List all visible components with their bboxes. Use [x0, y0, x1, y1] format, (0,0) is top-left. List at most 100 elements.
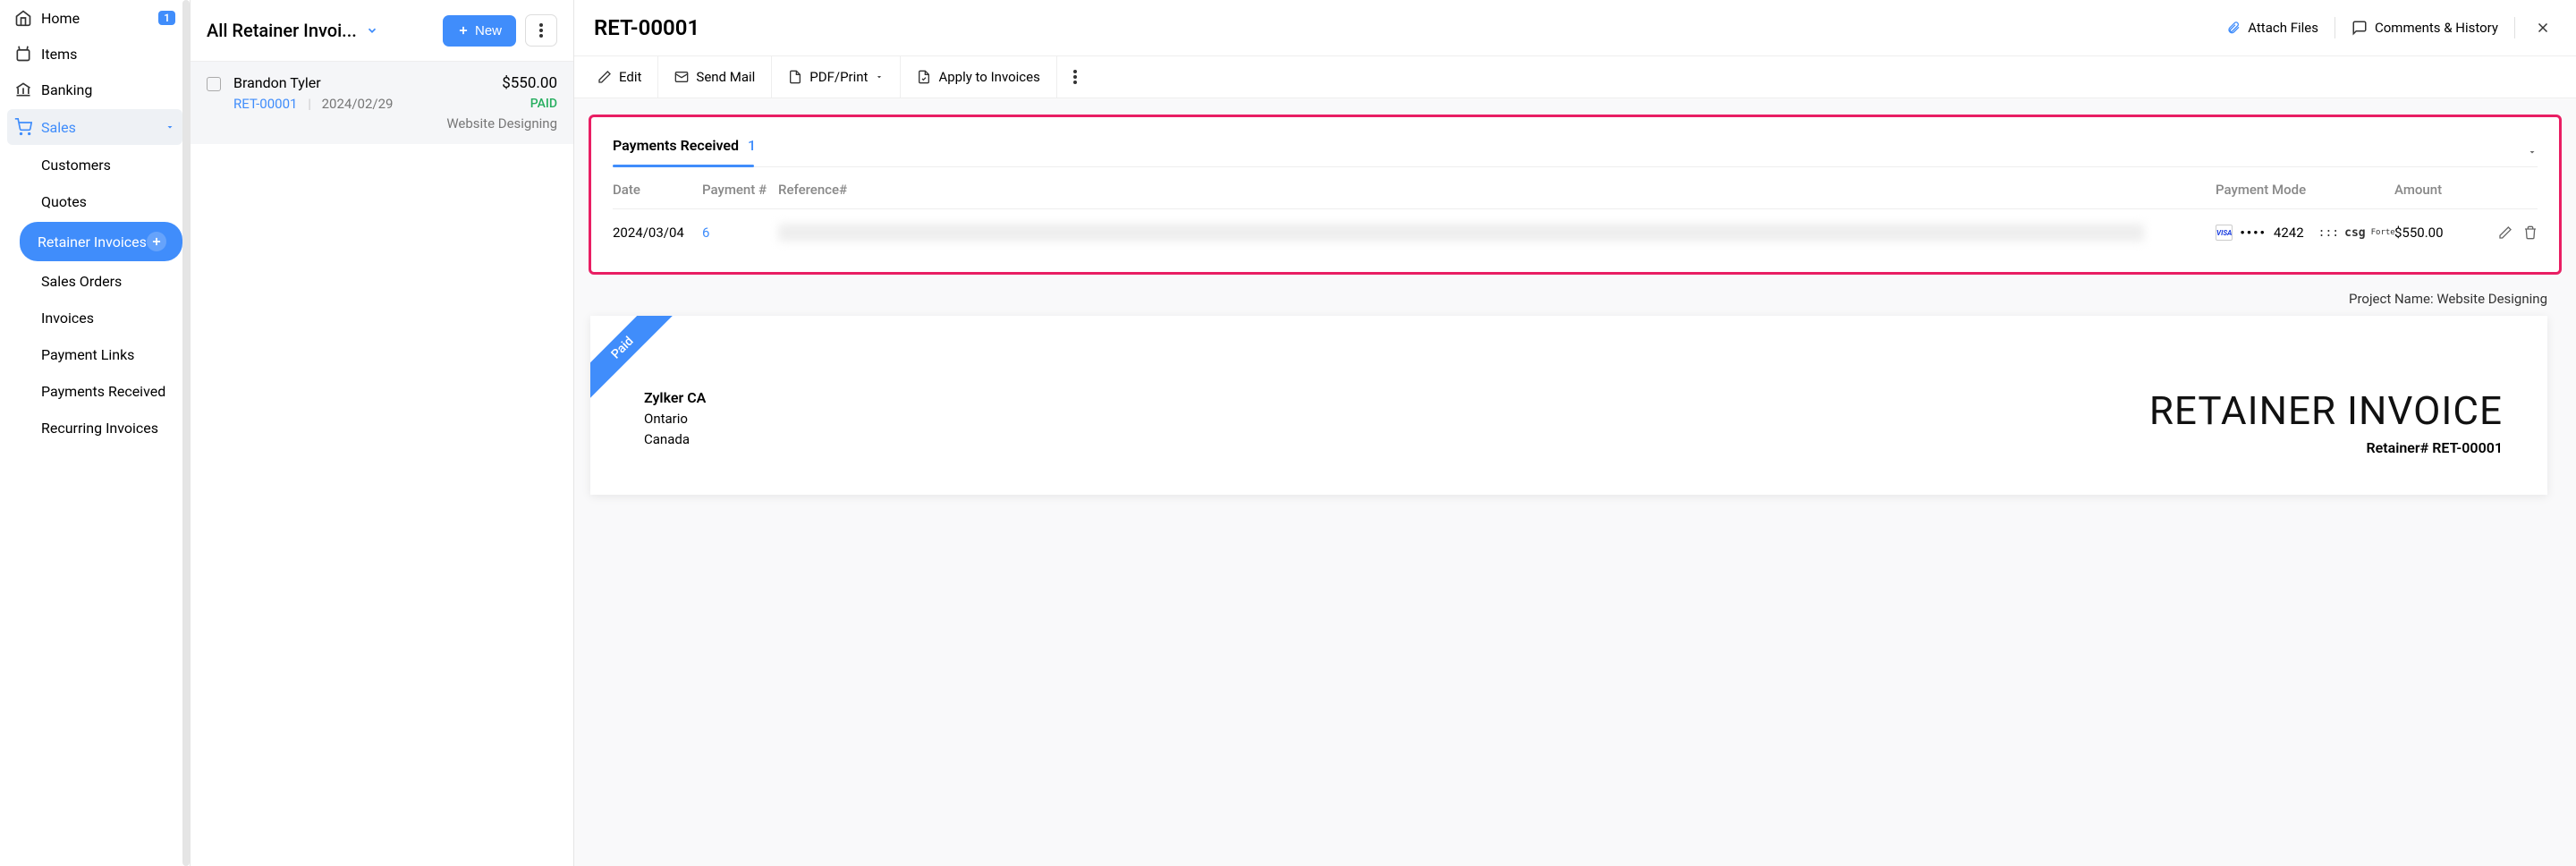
payment-number[interactable]: 6 [702, 225, 778, 241]
sub-sales-orders[interactable]: Sales Orders [13, 263, 190, 300]
paperclip-icon [2226, 21, 2241, 35]
col-amount-header: Amount [2394, 182, 2475, 198]
header-separator [2334, 17, 2335, 38]
payment-mode: VISA •••• 4242 :::csgForte [2216, 225, 2394, 241]
list-row[interactable]: Brandon Tyler $550.00 RET-00001 | 2024/0… [191, 61, 573, 144]
add-retainer-icon[interactable] [147, 232, 166, 251]
sub-recurring-invoices[interactable]: Recurring Invoices [13, 410, 190, 446]
bag-icon [14, 45, 32, 63]
sub-quotes[interactable]: Quotes [13, 183, 190, 220]
caret-down-icon [2527, 147, 2538, 157]
company-line2: Canada [644, 429, 706, 450]
row-customer-name: Brandon Tyler [233, 74, 321, 91]
kebab-icon [539, 23, 543, 38]
project-name-line: Project Name: Website Designing [574, 275, 2576, 316]
nav-banking[interactable]: Banking [0, 72, 190, 107]
col-ref-header: Reference# [778, 182, 2216, 198]
payment-date: 2024/03/04 [613, 225, 702, 241]
nav-sales[interactable]: Sales [7, 109, 182, 145]
col-mode-header: Payment Mode [2216, 182, 2394, 198]
new-button-label: New [475, 23, 502, 38]
comments-label: Comments & History [2375, 20, 2498, 36]
list-more-button[interactable] [525, 14, 557, 47]
card-dots: •••• [2240, 225, 2267, 241]
blurred-reference [778, 224, 2144, 242]
sales-subitems: Customers Quotes Retainer Invoices Sales… [0, 147, 190, 446]
edit-payment-button[interactable] [2498, 225, 2512, 240]
invoice-title-block: RETAINER INVOICE Retainer# RET-00001 [2149, 387, 2503, 456]
invoice-doc-title: RETAINER INVOICE [2149, 387, 2503, 434]
row-body: Brandon Tyler $550.00 RET-00001 | 2024/0… [233, 74, 557, 132]
list-title-dropdown[interactable]: All Retainer Invoi... [207, 20, 443, 41]
close-button[interactable] [2529, 14, 2556, 41]
sendmail-label: Send Mail [696, 69, 755, 85]
collapse-toggle[interactable] [2527, 147, 2538, 157]
tab-count: 1 [748, 137, 756, 154]
home-icon [14, 9, 32, 27]
mail-icon [674, 70, 689, 84]
row-checkbox[interactable] [207, 77, 221, 91]
payments-header-row: Date Payment # Reference# Payment Mode A… [613, 167, 2538, 209]
list-column: All Retainer Invoi... New Brandon Tyler … [191, 0, 574, 866]
edit-label: Edit [619, 69, 641, 85]
attach-files-button[interactable]: Attach Files [2216, 13, 2329, 43]
chevron-down-icon [165, 122, 175, 132]
home-badge: 1 [158, 11, 175, 25]
payment-amount: $550.00 [2394, 225, 2475, 241]
pdf-print-button[interactable]: PDF/Print [772, 56, 901, 98]
detail-title: RET-00001 [594, 15, 2216, 40]
sub-customers[interactable]: Customers [13, 147, 190, 183]
ribbon-label: Paid [590, 316, 675, 401]
invoice-number: Retainer# RET-00001 [2149, 439, 2503, 456]
payments-tab-row: Payments Received 1 [613, 137, 2538, 167]
detail-header: RET-00001 Attach Files Comments & Histor… [574, 0, 2576, 55]
apply-invoices-button[interactable]: Apply to Invoices [901, 56, 1056, 98]
detail-pane: RET-00001 Attach Files Comments & Histor… [574, 0, 2576, 866]
list-header: All Retainer Invoi... New [191, 0, 573, 61]
comments-button[interactable]: Comments & History [2341, 13, 2509, 43]
payments-tab[interactable]: Payments Received 1 [613, 137, 756, 166]
send-mail-button[interactable]: Send Mail [658, 56, 772, 98]
pdf-icon [788, 70, 802, 84]
col-num-header: Payment # [702, 182, 778, 198]
header-separator [2514, 17, 2515, 38]
row-project: Website Designing [233, 115, 557, 132]
row-amount: $550.00 [502, 74, 557, 92]
col-date-header: Date [613, 182, 702, 198]
detail-toolbar: Edit Send Mail PDF/Print Apply to Invoic… [574, 55, 2576, 98]
sidebar: Home 1 Items Banking Sales Customers [0, 0, 191, 866]
payment-reference [778, 224, 2216, 242]
new-button[interactable]: New [443, 15, 516, 47]
payments-received-panel: Payments Received 1 Date Payment # Refer… [589, 115, 2562, 275]
card-last4: 4242 [2274, 225, 2304, 241]
close-icon [2535, 20, 2551, 36]
row-invoice-id[interactable]: RET-00001 [233, 96, 297, 112]
row-status: PAID [530, 97, 557, 111]
nav-label: Sales [41, 119, 165, 136]
nav-home[interactable]: Home 1 [0, 0, 190, 36]
apply-label: Apply to Invoices [938, 69, 1039, 85]
pencil-icon [597, 70, 612, 84]
sub-invoices[interactable]: Invoices [13, 300, 190, 336]
chevron-down-icon [366, 24, 378, 37]
kebab-icon [1073, 70, 1077, 84]
toolbar-more-button[interactable] [1057, 56, 1093, 98]
delete-payment-button[interactable] [2523, 225, 2538, 240]
company-line1: Ontario [644, 409, 706, 429]
payment-row: 2024/03/04 6 VISA •••• 4242 :::csgForte … [613, 209, 2538, 256]
apply-icon [917, 70, 931, 84]
pdf-label: PDF/Print [809, 69, 868, 85]
sub-payments-received[interactable]: Payments Received [13, 373, 190, 410]
nav-items[interactable]: Items [0, 36, 190, 72]
plus-icon [457, 24, 470, 37]
nav-label: Banking [41, 81, 175, 98]
paid-ribbon: Paid [590, 316, 680, 405]
edit-button[interactable]: Edit [581, 56, 658, 98]
gateway-label: :::csgForte [2318, 226, 2395, 240]
sub-retainer-invoices[interactable]: Retainer Invoices [20, 222, 182, 261]
tab-underline [613, 165, 754, 167]
list-title-text: All Retainer Invoi... [207, 20, 357, 41]
pencil-icon [2498, 225, 2512, 240]
sub-payment-links[interactable]: Payment Links [13, 336, 190, 373]
attach-label: Attach Files [2248, 20, 2318, 36]
